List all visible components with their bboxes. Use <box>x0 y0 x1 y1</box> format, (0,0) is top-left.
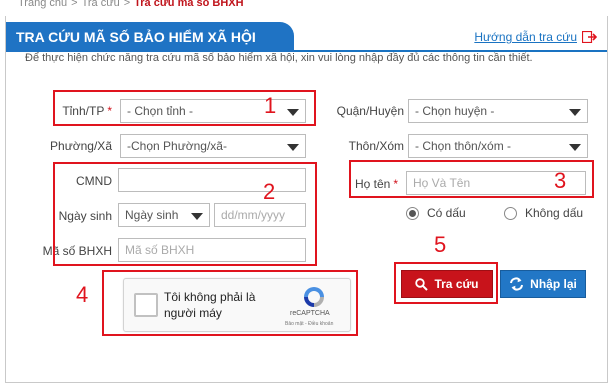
annotation-box-2 <box>53 162 317 266</box>
guide-link-label: Hướng dẫn tra cứu <box>474 30 577 44</box>
district-select-value: - Chọn huyện - <box>415 104 495 118</box>
annotation-box-5 <box>394 262 498 304</box>
annotation-number-3: 3 <box>554 168 567 193</box>
village-label: Thôn/Xóm <box>348 139 404 153</box>
annotation-box-1 <box>53 90 316 126</box>
radio-without-accent[interactable]: Không dấu <box>504 206 583 220</box>
annotation-number-4: 4 <box>76 282 89 307</box>
breadcrumb-separator: > <box>123 0 131 9</box>
refresh-icon <box>510 277 524 291</box>
radio-selected-icon <box>406 206 419 220</box>
intro-text: Để thực hiện chức năng tra cứu mã số bảo… <box>25 52 533 64</box>
breadcrumb-home[interactable]: Trang chủ <box>18 0 67 9</box>
district-label: Quận/Huyện <box>336 104 404 118</box>
district-select[interactable]: - Chọn huyện - <box>408 99 588 123</box>
village-select[interactable]: - Chọn thôn/xóm - <box>408 134 588 158</box>
village-select-value: - Chọn thôn/xóm - <box>415 139 512 153</box>
chevron-down-icon <box>569 144 581 151</box>
breadcrumb: Trang chủ > Tra cứu > Tra cứu mã số BHXH <box>18 0 244 11</box>
radio-with-accent[interactable]: Có dấu <box>406 206 466 220</box>
ward-label: Phường/Xã <box>50 139 112 153</box>
guide-link[interactable]: Hướng dẫn tra cứu <box>474 30 597 44</box>
annotation-number-1: 1 <box>264 93 277 118</box>
ward-select[interactable]: -Chọn Phường/xã- <box>120 134 306 158</box>
exit-arrow-icon <box>582 31 597 43</box>
annotation-box-4 <box>102 270 358 336</box>
radio-without-accent-label: Không dấu <box>525 206 584 220</box>
reset-button[interactable]: Nhập lại <box>500 270 586 298</box>
radio-unselected-icon <box>504 206 517 220</box>
breadcrumb-lookup[interactable]: Tra cứu <box>82 0 120 9</box>
reset-button-label: Nhập lại <box>530 277 577 291</box>
annotation-number-2: 2 <box>263 179 276 204</box>
page-title: TRA CỨU MÃ SỐ BẢO HIỂM XÃ HỘI <box>6 22 294 52</box>
chevron-down-icon <box>569 109 581 116</box>
breadcrumb-current: Tra cứu mã số BHXH <box>134 0 244 9</box>
breadcrumb-separator: > <box>71 0 78 9</box>
ward-select-value: -Chọn Phường/xã- <box>127 139 227 153</box>
chevron-down-icon <box>287 144 299 151</box>
radio-with-accent-label: Có dấu <box>427 206 466 220</box>
panel-header: TRA CỨU MÃ SỐ BẢO HIỂM XÃ HỘI Hướng dẫn … <box>6 16 607 52</box>
annotation-number-5: 5 <box>434 232 447 257</box>
